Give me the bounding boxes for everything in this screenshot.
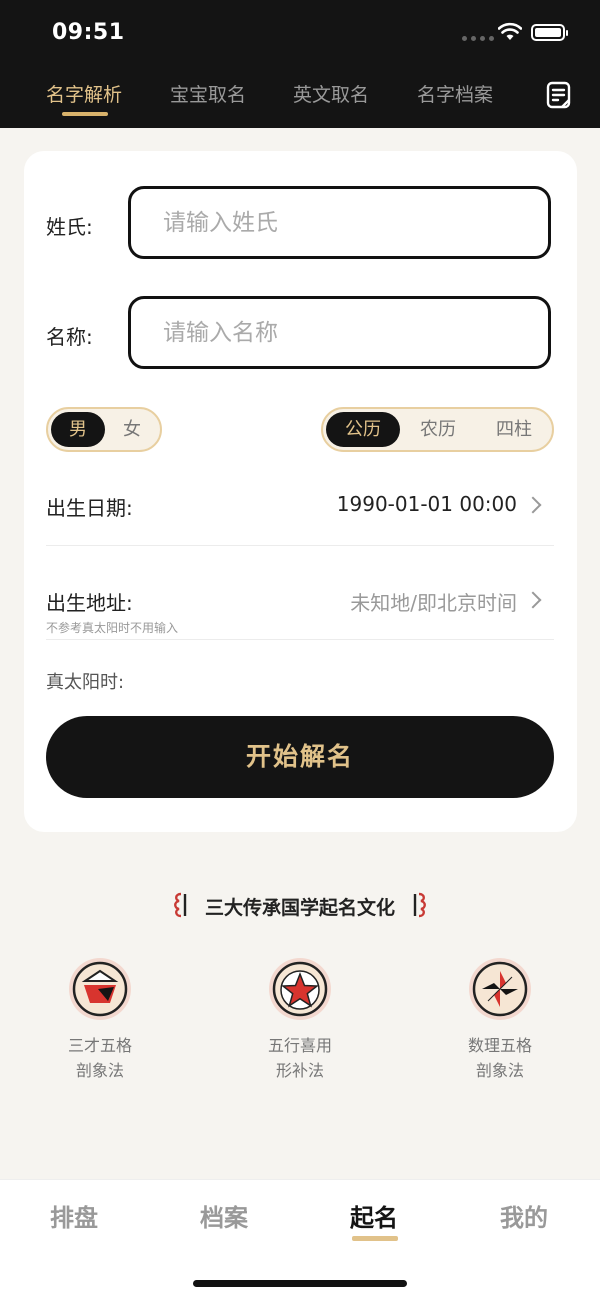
given-name-input[interactable] xyxy=(131,299,548,366)
star-medal-icon xyxy=(269,958,331,1020)
nav-item-naming[interactable]: 起名 xyxy=(350,1198,398,1233)
true-solar-time-label: 真太阳时: xyxy=(46,672,125,693)
surname-field[interactable] xyxy=(128,186,551,259)
gender-toggle[interactable]: 男 女 xyxy=(46,407,162,452)
method-subtitle: 剖象法 xyxy=(475,1061,524,1080)
surname-input[interactable] xyxy=(131,189,548,256)
method-title: 数理五格 xyxy=(467,1036,532,1055)
tab-english-naming[interactable]: 英文取名 xyxy=(293,80,369,107)
culture-section-title: 三大传承国学起名文化 xyxy=(204,897,395,919)
name-analysis-card: 姓氏: 名称: 男 女 公历 农历 四柱 出生日期: 1990-01-01 00… xyxy=(24,151,577,832)
divider xyxy=(46,545,554,546)
given-name-label: 名称: xyxy=(46,325,93,349)
chevron-right-icon[interactable] xyxy=(524,591,542,609)
cellular-signal-icon xyxy=(462,36,494,41)
birth-place-value[interactable]: 未知地/即北京时间 xyxy=(350,587,517,616)
records-icon[interactable] xyxy=(544,80,574,110)
active-nav-indicator xyxy=(352,1236,398,1241)
battery-icon xyxy=(531,24,568,41)
active-tab-indicator xyxy=(62,112,108,116)
bottom-navigation: 排盘 档案 起名 我的 xyxy=(0,1179,600,1300)
pinwheel-medal-icon xyxy=(469,958,531,1020)
method-shuli-wuge[interactable]: 数理五格 剖象法 xyxy=(435,957,565,1083)
birth-place-note: 不参考真太阳时不用输入 xyxy=(46,621,179,635)
top-tabs: 名字解析 宝宝取名 英文取名 名字档案 xyxy=(0,80,600,114)
method-title: 五行喜用 xyxy=(267,1036,332,1055)
birth-date-label: 出生日期: xyxy=(46,496,133,520)
calendar-solar-option[interactable]: 公历 xyxy=(326,412,400,447)
nav-item-mine[interactable]: 我的 xyxy=(500,1198,548,1233)
tab-baby-naming[interactable]: 宝宝取名 xyxy=(170,80,246,107)
surname-label: 姓氏: xyxy=(46,215,93,239)
cloud-ornament-right-icon xyxy=(413,892,426,918)
home-indicator[interactable] xyxy=(193,1280,407,1287)
calendar-toggle[interactable]: 公历 农历 四柱 xyxy=(321,407,554,452)
gender-female-option[interactable]: 女 xyxy=(105,412,159,447)
gender-male-option[interactable]: 男 xyxy=(51,412,105,447)
nav-item-archive[interactable]: 档案 xyxy=(200,1198,248,1233)
birth-date-value[interactable]: 1990-01-01 00:00 xyxy=(337,492,517,516)
start-analysis-button[interactable]: 开始解名 xyxy=(46,716,554,798)
method-title: 三才五格 xyxy=(67,1036,132,1055)
wifi-icon xyxy=(498,22,522,40)
calendar-lunar-option[interactable]: 农历 xyxy=(400,412,476,447)
status-time: 09:51 xyxy=(52,20,125,45)
tab-name-archive[interactable]: 名字档案 xyxy=(417,80,493,107)
top-bar: 09:51 名字解析 宝宝取名 英文取名 名字档案 xyxy=(0,0,600,128)
given-name-field[interactable] xyxy=(128,296,551,369)
nav-item-paipan[interactable]: 排盘 xyxy=(50,1198,98,1233)
method-wuxing-xiyong[interactable]: 五行喜用 形补法 xyxy=(235,957,365,1083)
method-subtitle: 形补法 xyxy=(275,1061,324,1080)
method-subtitle: 剖象法 xyxy=(75,1061,124,1080)
chevron-right-icon[interactable] xyxy=(524,496,542,514)
tab-name-analysis[interactable]: 名字解析 xyxy=(46,80,122,107)
divider xyxy=(46,639,554,640)
method-sancai-wuge[interactable]: 三才五格 剖象法 xyxy=(35,957,165,1083)
birth-place-label: 出生地址: xyxy=(46,591,133,615)
calendar-four-pillars-option[interactable]: 四柱 xyxy=(476,412,552,447)
sancai-medal-icon xyxy=(69,958,131,1020)
